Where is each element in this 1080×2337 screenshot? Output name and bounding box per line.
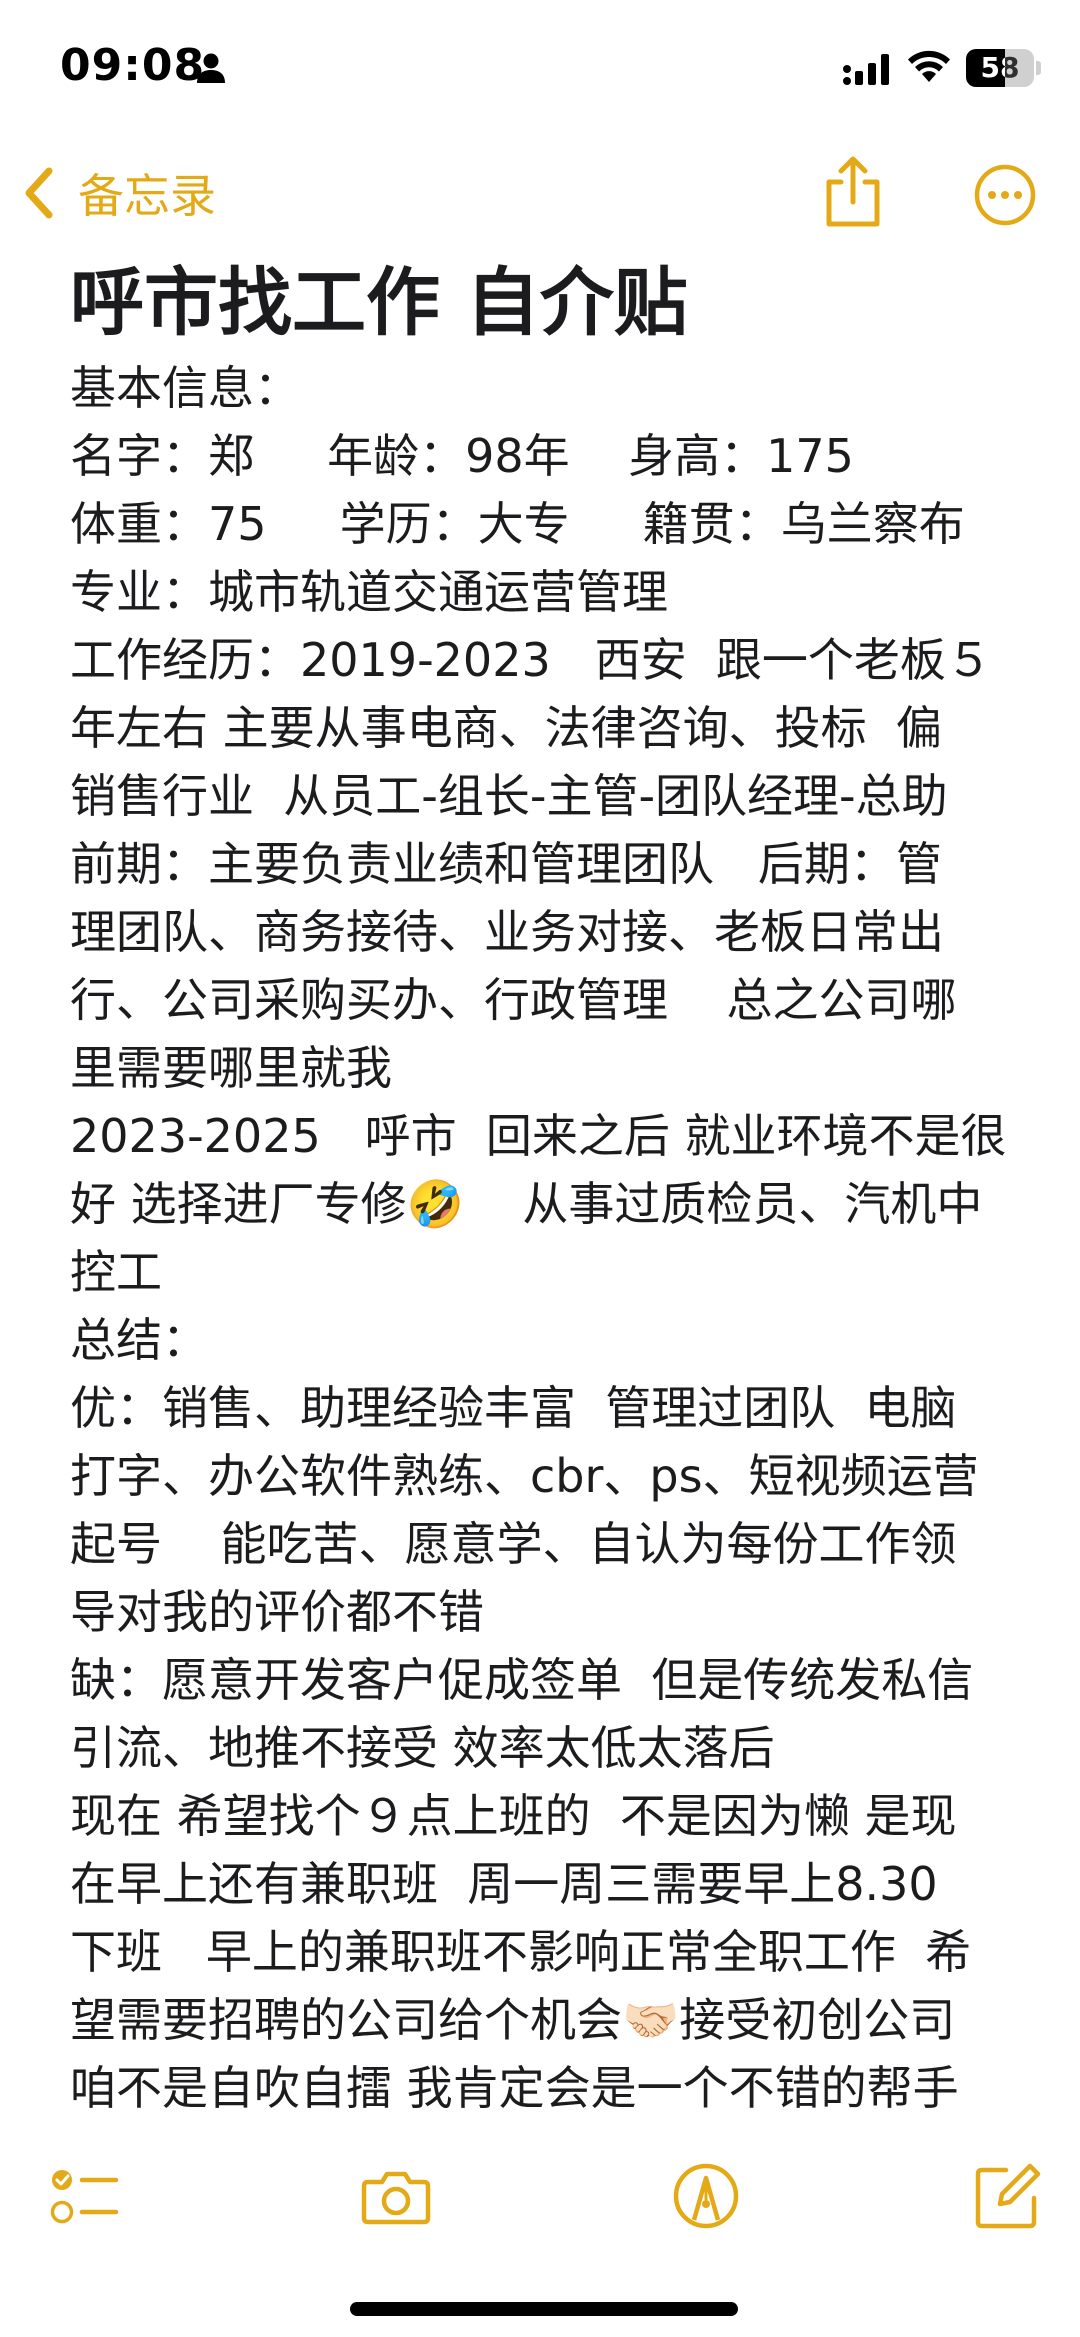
note-content[interactable]: 呼市找工作 自介贴 基本信息： 名字：郑 年龄：98年 身高：175 体重：75…: [70, 258, 1030, 2122]
camera-icon[interactable]: [360, 2160, 432, 2232]
back-button[interactable]: 备忘录: [22, 158, 216, 228]
note-line: 2023-2025 呼市 回来之后 就业环境不是很: [70, 1109, 1007, 1163]
note-line: 体重：75 学历：大专 籍贯：乌兰察布: [70, 497, 965, 551]
note-line: 引流、地推不接受 效率太低太落后: [70, 1721, 775, 1775]
note-line: 前期：主要负责业绩和管理团队 后期：管: [70, 837, 942, 891]
checklist-icon[interactable]: [48, 2160, 120, 2232]
note-line: 好 选择进厂专修🤣 从事过质检员、汽机中: [70, 1177, 983, 1231]
note-line: 打字、办公软件熟练、cbr、ps、短视频运营: [70, 1449, 979, 1503]
markup-pen-icon[interactable]: [670, 2160, 742, 2232]
battery-tip: [1036, 61, 1041, 75]
cellular-signal-icon: [843, 54, 889, 85]
note-line: 现在 希望找个９点上班的 不是因为懒 是现: [70, 1789, 957, 1843]
wifi-icon: [908, 50, 950, 82]
note-line: 专业：城市轨道交通运营管理: [70, 565, 668, 619]
note-title[interactable]: 呼市找工作 自介贴: [70, 258, 1030, 348]
note-line: 控工: [70, 1245, 162, 1299]
status-bar: 09:08 58: [0, 0, 1080, 140]
note-line: 年左右 主要从事电商、法律咨询、投标 偏: [70, 701, 942, 755]
note-line: 里需要哪里就我: [70, 1041, 392, 1095]
note-body[interactable]: 基本信息： 名字：郑 年龄：98年 身高：175 体重：75 学历：大专 籍贯：…: [70, 354, 1030, 2122]
bottom-toolbar: [0, 2140, 1080, 2250]
home-indicator[interactable]: [350, 2302, 738, 2316]
note-line: 名字：郑 年龄：98年 身高：175: [70, 429, 854, 483]
chevron-left-icon: [25, 167, 53, 219]
status-time: 09:08: [60, 40, 206, 91]
note-line: 优：销售、助理经验丰富 管理过团队 电脑: [70, 1381, 957, 1435]
share-icon[interactable]: [822, 154, 884, 230]
back-button-label: 备忘录: [78, 169, 216, 223]
person-icon: [197, 53, 225, 83]
note-line: 缺：愿意开发客户促成签单 但是传统发私信: [70, 1653, 974, 1707]
note-line: 在早上还有兼职班 周一周三需要早上8.30: [70, 1857, 938, 1911]
navigation-bar: 备忘录: [0, 140, 1080, 250]
note-line: 起号 能吃苦、愿意学、自认为每份工作领: [70, 1517, 957, 1571]
note-line: 望需要招聘的公司给个机会🤝🏻接受初创公司: [70, 1993, 956, 2047]
note-line: 理团队、商务接待、业务对接、老板日常出: [70, 905, 944, 959]
note-line: 基本信息：: [70, 361, 300, 415]
note-line: 销售行业 从员工-组长-主管-团队经理-总助: [70, 769, 948, 823]
note-line: 总结：: [70, 1313, 208, 1367]
note-line: 导对我的评价都不错: [70, 1585, 484, 1639]
battery-percentage: 58: [980, 51, 1020, 84]
note-line: 行、公司采购买办、行政管理 总之公司哪: [70, 973, 957, 1027]
compose-icon[interactable]: [972, 2160, 1044, 2232]
note-line: 工作经历：2019-2023 西安 跟一个老板５: [70, 633, 992, 687]
more-icon[interactable]: [974, 164, 1036, 226]
battery-icon: 58: [966, 49, 1034, 87]
note-line: 咱不是自吹自擂 我肯定会是一个不错的帮手: [70, 2061, 959, 2115]
note-line: 下班 早上的兼职班不影响正常全职工作 希: [70, 1925, 972, 1979]
